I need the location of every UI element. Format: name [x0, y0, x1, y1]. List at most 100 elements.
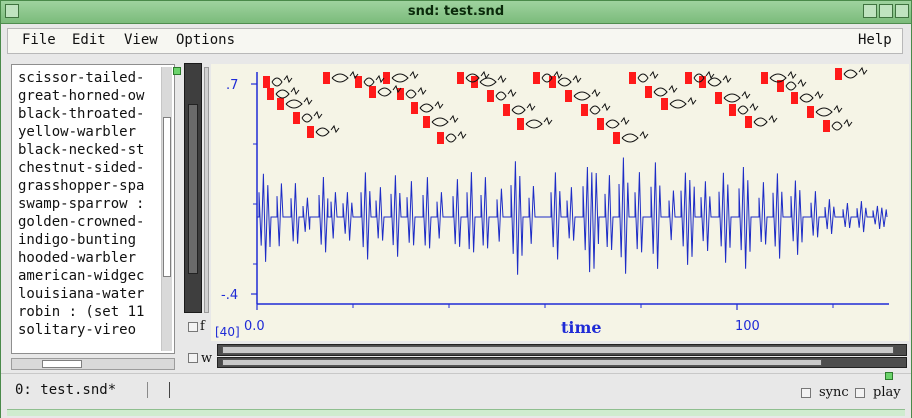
list-item[interactable]: chestnut-sided-	[18, 160, 144, 178]
x-position-scrollbar[interactable]	[217, 344, 907, 356]
list-item[interactable]: golden-crowned-	[18, 214, 144, 232]
maximize-icon[interactable]	[879, 4, 893, 18]
transcription-glyph	[405, 86, 427, 99]
marker	[369, 86, 376, 98]
transcription-glyph	[431, 114, 459, 127]
marker	[355, 76, 362, 88]
list-horizontal-scroll-thumb[interactable]	[42, 360, 82, 368]
transcription-glyph	[815, 104, 843, 117]
transcription-glyph	[573, 88, 601, 101]
marker	[597, 118, 604, 130]
w-checkbox[interactable]	[188, 353, 198, 363]
menu-file[interactable]: File	[22, 32, 56, 48]
current-sound-name: 0: test.snd*	[15, 382, 117, 398]
waveform-graph[interactable]: .7 -.4 0.0 100 time [40]	[211, 64, 909, 341]
f-label: f	[200, 319, 205, 334]
transcription-glyph	[753, 114, 778, 127]
marker	[629, 72, 636, 84]
transcription-glyph	[799, 90, 824, 103]
waveform-trace	[257, 157, 888, 275]
marker	[613, 132, 620, 144]
marker	[549, 76, 556, 88]
x-axis-title: time	[561, 318, 602, 337]
marker	[267, 88, 274, 100]
status-divider	[147, 382, 148, 398]
marker	[761, 72, 768, 84]
marker	[685, 72, 692, 84]
transcription-glyph	[723, 90, 751, 103]
transcription-glyph	[391, 70, 419, 83]
marker	[823, 120, 830, 132]
sync-label: sync	[819, 385, 849, 400]
menu-bar: File Edit View Options Help	[7, 28, 903, 54]
y-zoom-slider[interactable]	[184, 63, 202, 313]
w-label: w	[201, 351, 213, 366]
marker	[383, 72, 390, 84]
window-title: snd: test.snd	[407, 4, 505, 19]
marker	[661, 98, 668, 110]
marker	[835, 68, 842, 80]
marker	[277, 98, 284, 110]
f-checkbox[interactable]	[188, 322, 198, 332]
list-horizontal-scrollbar[interactable]	[11, 358, 175, 370]
menu-view[interactable]: View	[124, 32, 158, 48]
list-item[interactable]: yellow-warbler	[18, 124, 136, 142]
transcription-glyph	[843, 66, 868, 79]
x-position-thumb[interactable]	[222, 346, 894, 354]
marker	[715, 92, 722, 104]
pane-sash-icon[interactable]	[173, 67, 181, 75]
transcription-glyph	[331, 70, 359, 83]
marker	[397, 88, 404, 100]
minimize-icon[interactable]	[863, 4, 877, 18]
menu-edit[interactable]: Edit	[72, 32, 106, 48]
marker-group	[263, 68, 842, 144]
transcription-glyph	[589, 102, 611, 115]
frame-label: [40]	[215, 325, 240, 339]
transcription-glyph	[769, 70, 797, 83]
list-item[interactable]: louisiana-water	[18, 286, 144, 304]
waveform-svg: .7 -.4 0.0 100 time [40]	[215, 66, 889, 339]
transcription-glyph	[621, 130, 649, 143]
list-item[interactable]: robin : (set 11	[18, 304, 144, 322]
transcription-glyph	[495, 88, 517, 101]
list-item[interactable]: grasshopper-spa	[18, 178, 144, 196]
list-item[interactable]: american-widgec	[18, 268, 144, 286]
app-window: snd: test.snd File Edit View Options Hel…	[0, 0, 912, 418]
list-item[interactable]: scissor-tailed-	[18, 70, 144, 88]
x-zoom-scrollbar[interactable]	[217, 357, 907, 368]
transcription-glyph	[363, 74, 385, 87]
marker	[293, 112, 300, 124]
transcription-glyph	[653, 84, 678, 97]
list-item[interactable]: black-throated-	[18, 106, 144, 124]
x-zoom-thumb[interactable]	[222, 359, 822, 366]
marker	[745, 116, 752, 128]
list-item[interactable]: black-necked-st	[18, 142, 144, 160]
menu-help[interactable]: Help	[858, 32, 892, 48]
close-icon[interactable]	[895, 4, 909, 18]
list-vertical-scrollbar[interactable]	[161, 67, 172, 351]
menu-options[interactable]: Options	[176, 32, 235, 48]
marker	[323, 72, 330, 84]
sound-list-pane: scissor-tailed- great-horned-ow black-th…	[11, 64, 175, 354]
sash-icon[interactable]	[885, 372, 893, 380]
sync-checkbox[interactable]	[801, 388, 811, 398]
transcription-glyph	[445, 130, 467, 143]
y-position-slider[interactable]	[204, 67, 209, 313]
marker	[645, 86, 652, 98]
list-item[interactable]: hooded-warbler	[18, 250, 136, 268]
marker	[791, 92, 798, 104]
list-item[interactable]: great-horned-ow	[18, 88, 144, 106]
marker	[533, 72, 540, 84]
list-item[interactable]: solitary-vireo	[18, 322, 136, 340]
marker	[263, 76, 270, 88]
minibuffer-caret[interactable]	[169, 382, 170, 398]
x-start-label: 0.0	[244, 319, 265, 334]
list-item[interactable]: swamp-sparrow :	[18, 196, 144, 214]
list-item[interactable]: indigo-bunting	[18, 232, 136, 250]
list-vertical-scroll-thumb[interactable]	[163, 117, 171, 277]
title-bar: snd: test.snd	[1, 1, 911, 24]
x-mid-label: 100	[735, 319, 760, 334]
transcription-glyph	[301, 110, 323, 123]
y-zoom-thumb[interactable]	[188, 104, 198, 274]
play-checkbox[interactable]	[855, 388, 865, 398]
